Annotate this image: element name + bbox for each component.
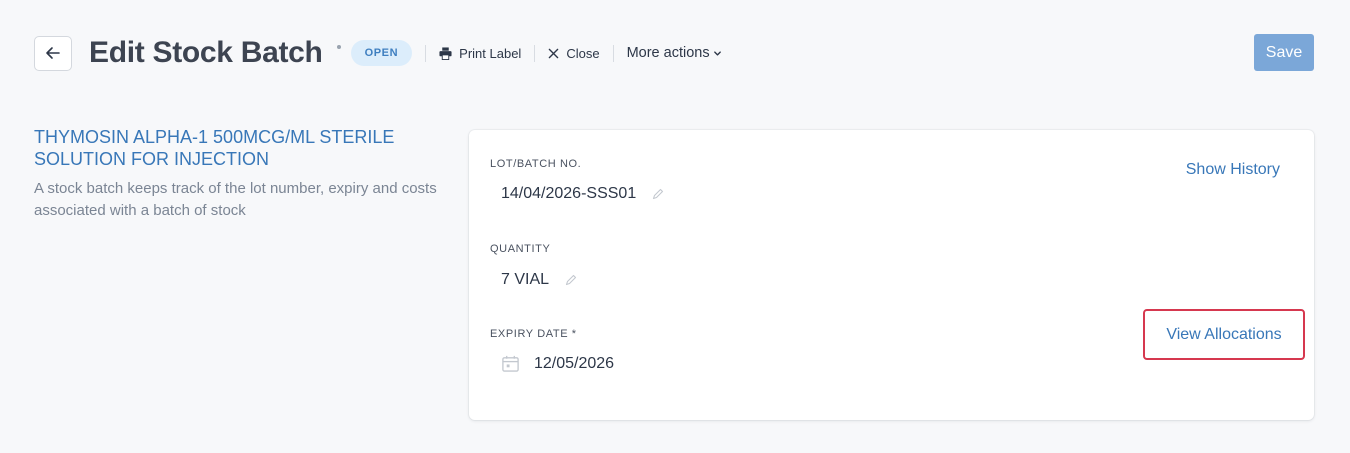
pencil-icon[interactable] — [565, 274, 577, 286]
print-label-button[interactable]: Print Label — [439, 46, 521, 61]
page-header: Edit Stock Batch OPEN Print Label Close … — [34, 34, 1314, 72]
divider — [534, 44, 536, 62]
title-separator-dot — [336, 45, 341, 49]
show-history-link[interactable]: Show History — [1186, 161, 1280, 179]
print-label-text: Print Label — [459, 45, 522, 61]
product-description: A stock batch keeps track of the lot num… — [34, 180, 437, 219]
pencil-icon[interactable] — [652, 188, 664, 200]
expiry-date-label: EXPIRY DATE * — [490, 328, 577, 340]
expiry-date-field[interactable]: 12/05/2026 — [501, 354, 614, 373]
chevron-down-icon — [713, 50, 721, 56]
lot-batch-value: 14/04/2026-SSS01 — [501, 185, 637, 202]
quantity-label: QUANTITY — [490, 243, 551, 255]
close-text: Close — [566, 45, 600, 61]
arrow-left-icon — [46, 47, 60, 59]
back-button[interactable] — [34, 35, 72, 71]
product-name: THYMOSIN ALPHA-1 500MCG/ML STERILE SOLUT… — [34, 127, 395, 169]
expiry-date-value: 12/05/2026 — [534, 354, 615, 372]
printer-icon — [439, 46, 452, 60]
quantity-value: 7 VIAL — [501, 271, 550, 288]
product-info: THYMOSIN ALPHA-1 500MCG/ML STERILE SOLUT… — [34, 126, 444, 222]
stock-batch-form-card: LOT/BATCH NO. 14/04/2026-SSS01 Show Hist… — [469, 130, 1314, 420]
status-badge: OPEN — [350, 40, 413, 66]
more-actions-text: More actions — [626, 45, 710, 61]
close-button[interactable]: Close — [548, 45, 600, 61]
close-icon — [549, 48, 559, 58]
quantity-field[interactable]: 7 VIAL — [501, 271, 577, 289]
lot-batch-field[interactable]: 14/04/2026-SSS01 — [501, 185, 664, 203]
more-actions-dropdown[interactable]: More actions — [627, 45, 722, 61]
calendar-icon[interactable] — [501, 354, 520, 373]
divider — [425, 44, 427, 62]
view-allocations-text: View Allocations — [1166, 325, 1282, 343]
page-title: Edit Stock Batch — [89, 36, 323, 69]
view-allocations-button[interactable]: View Allocations — [1143, 309, 1305, 360]
lot-batch-label: LOT/BATCH NO. — [490, 158, 582, 170]
divider — [612, 44, 614, 62]
save-button[interactable]: Save — [1254, 34, 1314, 71]
